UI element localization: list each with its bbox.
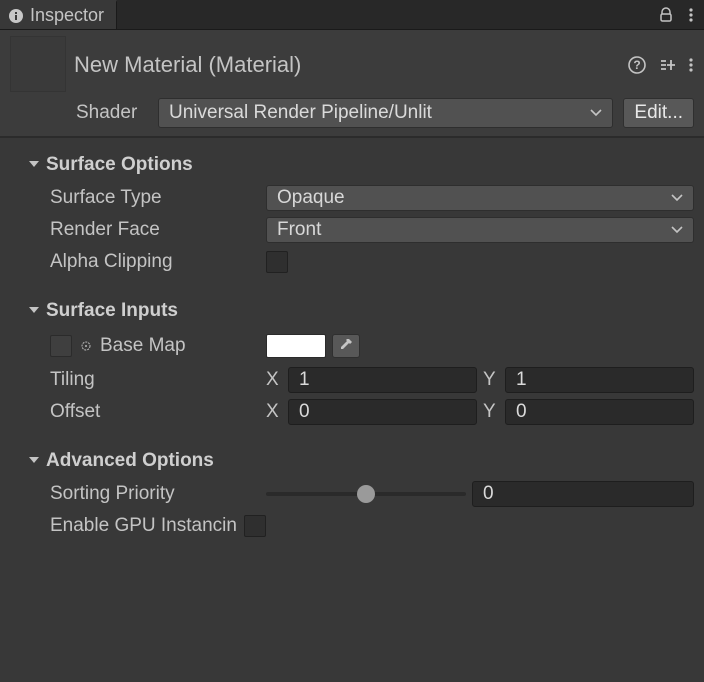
alpha-clipping-label: Alpha Clipping — [50, 251, 260, 273]
offset-x-value: 0 — [299, 401, 310, 423]
base-map-label-group: Base Map — [50, 335, 260, 357]
row-surface-type: Surface Type Opaque — [10, 182, 694, 214]
slider-thumb[interactable] — [357, 485, 375, 503]
eyedropper-button[interactable] — [332, 334, 360, 358]
row-base-map: Base Map — [10, 328, 694, 364]
info-icon — [8, 8, 24, 24]
help-icon[interactable]: ? — [628, 56, 646, 74]
tiling-x-value: 1 — [299, 369, 310, 391]
tiling-y-input[interactable]: 1 — [505, 367, 694, 393]
offset-x-input[interactable]: 0 — [288, 399, 477, 425]
shader-dropdown[interactable]: Universal Render Pipeline/Unlit — [158, 98, 613, 128]
lock-icon[interactable] — [658, 7, 674, 23]
sorting-priority-value: 0 — [483, 483, 494, 505]
offset-label: Offset — [50, 401, 260, 423]
material-title: New Material (Material) — [74, 50, 620, 78]
gpu-instancing-checkbox[interactable] — [244, 515, 266, 537]
kebab-menu-icon[interactable] — [688, 57, 694, 73]
tab-bar: Inspector — [0, 0, 704, 30]
tiling-y-value: 1 — [516, 369, 527, 391]
surface-type-label: Surface Type — [50, 187, 260, 209]
edit-button-label: Edit... — [634, 102, 683, 124]
shader-label: Shader — [76, 102, 148, 124]
sorting-priority-input[interactable]: 0 — [472, 481, 694, 507]
material-preview-thumb[interactable] — [10, 36, 66, 92]
base-map-label: Base Map — [100, 335, 186, 357]
sorting-priority-slider[interactable] — [266, 492, 466, 496]
disclosure-down-icon — [28, 306, 40, 316]
edit-shader-button[interactable]: Edit... — [623, 98, 694, 128]
tiling-x-input[interactable]: 1 — [288, 367, 477, 393]
chevron-down-icon — [590, 109, 602, 117]
row-sorting-priority: Sorting Priority 0 — [10, 478, 694, 510]
section-title: Surface Inputs — [46, 300, 178, 322]
kebab-menu-icon[interactable] — [688, 7, 694, 23]
section-header-surface-options[interactable]: Surface Options — [10, 154, 694, 176]
section-header-advanced[interactable]: Advanced Options — [10, 450, 694, 472]
offset-y-label: Y — [483, 401, 499, 423]
offset-y-input[interactable]: 0 — [505, 399, 694, 425]
reset-icon[interactable] — [80, 340, 92, 352]
disclosure-down-icon — [28, 456, 40, 466]
eyedropper-icon — [339, 339, 353, 353]
row-gpu-instancing: Enable GPU Instancin — [10, 510, 694, 542]
row-alpha-clipping: Alpha Clipping — [10, 246, 694, 278]
section-title: Advanced Options — [46, 450, 214, 472]
section-advanced-options: Advanced Options Sorting Priority 0 Enab… — [10, 450, 694, 542]
render-face-select[interactable]: Front — [266, 217, 694, 243]
section-surface-options: Surface Options Surface Type Opaque Rend… — [10, 154, 694, 278]
tiling-label: Tiling — [50, 369, 260, 391]
presets-icon[interactable] — [658, 56, 676, 74]
section-surface-inputs: Surface Inputs Base Map Tiling — [10, 300, 694, 428]
chevron-down-icon — [671, 226, 683, 234]
section-title: Surface Options — [46, 154, 193, 176]
gpu-instancing-label: Enable GPU Instancin — [50, 515, 260, 537]
sorting-priority-label: Sorting Priority — [50, 483, 260, 505]
tab-title: Inspector — [30, 5, 104, 26]
chevron-down-icon — [671, 194, 683, 202]
disclosure-down-icon — [28, 160, 40, 170]
row-tiling: Tiling X 1 Y 1 — [10, 364, 694, 396]
render-face-value: Front — [277, 219, 321, 241]
offset-y-value: 0 — [516, 401, 527, 423]
base-map-texture-slot[interactable] — [50, 335, 72, 357]
surface-type-value: Opaque — [277, 187, 345, 209]
offset-x-label: X — [266, 401, 282, 423]
base-map-color-swatch[interactable] — [266, 334, 326, 358]
material-header: New Material (Material) ? Shader Univers… — [0, 30, 704, 138]
alpha-clipping-checkbox[interactable] — [266, 251, 288, 273]
svg-text:?: ? — [633, 58, 640, 72]
surface-type-select[interactable]: Opaque — [266, 185, 694, 211]
tiling-y-label: Y — [483, 369, 499, 391]
tiling-x-label: X — [266, 369, 282, 391]
row-render-face: Render Face Front — [10, 214, 694, 246]
shader-dropdown-value: Universal Render Pipeline/Unlit — [169, 102, 432, 124]
row-offset: Offset X 0 Y 0 — [10, 396, 694, 428]
inspector-body: Surface Options Surface Type Opaque Rend… — [0, 138, 704, 574]
section-header-surface-inputs[interactable]: Surface Inputs — [10, 300, 694, 322]
render-face-label: Render Face — [50, 219, 260, 241]
inspector-tab[interactable]: Inspector — [0, 0, 117, 29]
